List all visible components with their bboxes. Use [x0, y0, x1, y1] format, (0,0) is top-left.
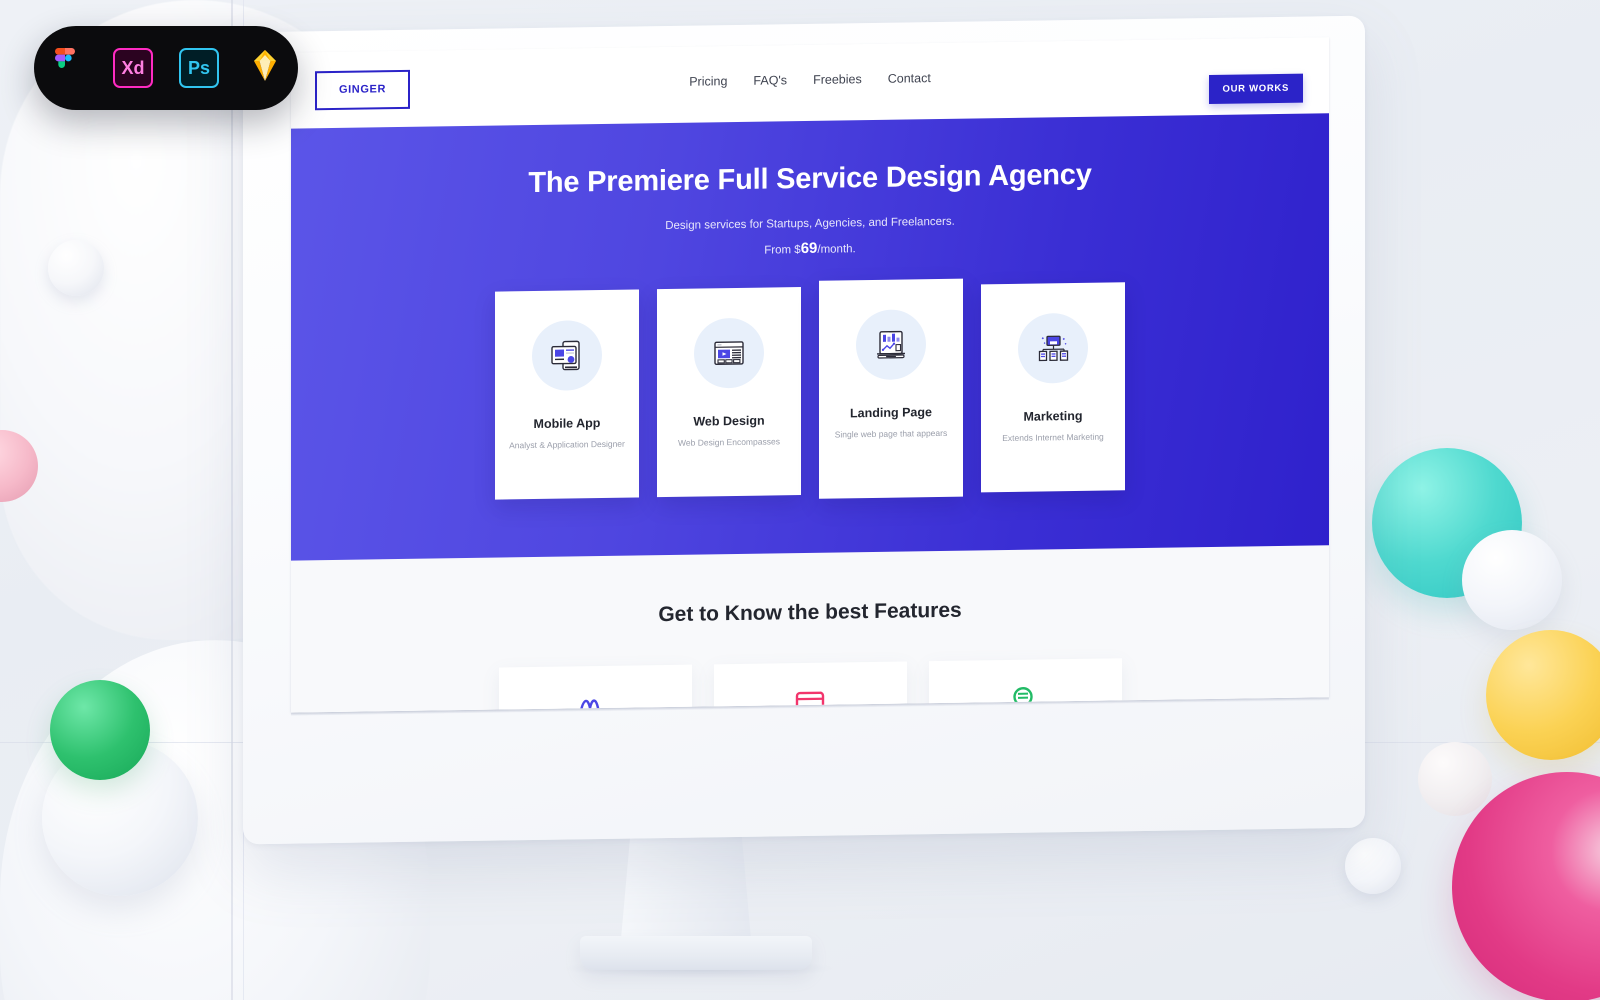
service-card-title: Landing Page [850, 405, 932, 421]
sphere-white-right [1462, 530, 1562, 630]
hero-price-value: 69 [800, 239, 818, 258]
feature-card-list [291, 655, 1329, 713]
sphere-white-small-top [48, 240, 104, 296]
photoshop-icon[interactable]: Ps [179, 48, 219, 88]
hero-section: The Premiere Full Service Design Agency … [291, 113, 1329, 561]
hero-heading: The Premiere Full Service Design Agency [528, 158, 1092, 200]
wall-seam-left [231, 0, 233, 1000]
sphere-white-bottom-right-upper [1418, 742, 1492, 816]
features-heading: Get to Know the best Features [658, 598, 962, 627]
monitor-screen: GINGER Pricing FAQ's Freebies Contact OU… [291, 37, 1329, 713]
design-tools-pill: Xd Ps [34, 26, 298, 110]
web-design-icon [694, 317, 764, 389]
service-card-title: Marketing [1023, 408, 1083, 424]
hero-subtitle: Design services for Startups, Agencies, … [665, 215, 955, 233]
hero-price-line: From $69/month. [291, 232, 1329, 264]
service-card-title: Mobile App [533, 416, 601, 432]
monitor-stand-neck [620, 832, 752, 950]
circle-chat-icon [1008, 685, 1042, 712]
nav-link-faqs[interactable]: FAQ's [753, 73, 787, 87]
monitor-frame: GINGER Pricing FAQ's Freebies Contact OU… [243, 15, 1365, 845]
scene-background: GINGER Pricing FAQ's Freebies Contact OU… [0, 0, 1600, 1000]
sphere-green [50, 680, 150, 780]
service-card[interactable]: Marketing Extends Internet Marketing [981, 282, 1125, 493]
our-works-button[interactable]: OUR WORKS [1208, 73, 1303, 104]
service-card-desc: Analyst & Application Designer [509, 438, 625, 451]
service-card-desc: Web Design Encompasses [678, 436, 780, 448]
nav-link-contact[interactable]: Contact [888, 71, 931, 86]
website-viewport: GINGER Pricing FAQ's Freebies Contact OU… [291, 37, 1329, 713]
service-card-list: Mobile App Analyst & Application Designe… [291, 278, 1329, 506]
adobe-xd-icon[interactable]: Xd [113, 48, 153, 88]
service-card-title: Web Design [693, 413, 765, 429]
figma-icon[interactable] [47, 48, 87, 88]
service-card[interactable]: Web Design Web Design Encompasses [657, 287, 801, 498]
mobile-app-icon [532, 319, 602, 392]
features-section: Get to Know the best Features [291, 545, 1329, 713]
nav-link-freebies[interactable]: Freebies [813, 72, 862, 87]
site-logo[interactable]: GINGER [315, 69, 410, 110]
card-outline-icon [793, 689, 827, 713]
nav-link-pricing[interactable]: Pricing [689, 74, 727, 89]
service-card-desc: Extends Internet Marketing [1002, 431, 1104, 444]
main-navigation: Pricing FAQ's Freebies Contact [689, 71, 931, 89]
hero-price-suffix: /month. [817, 243, 856, 256]
sketch-icon[interactable] [245, 48, 285, 88]
sphere-yellow [1486, 630, 1600, 760]
sphere-white-small-bottom-right [1345, 838, 1401, 894]
service-card[interactable]: Mobile App Analyst & Application Designe… [495, 289, 639, 500]
hero-price-prefix: From $ [764, 244, 801, 257]
feature-card[interactable] [498, 664, 692, 713]
service-card-desc: Single web page that appears [834, 427, 948, 440]
service-card[interactable]: Landing Page Single web page that appear… [819, 278, 963, 499]
landing-page-icon [856, 309, 926, 381]
marketing-icon [1018, 312, 1088, 384]
monitor-stand-base [580, 936, 812, 970]
